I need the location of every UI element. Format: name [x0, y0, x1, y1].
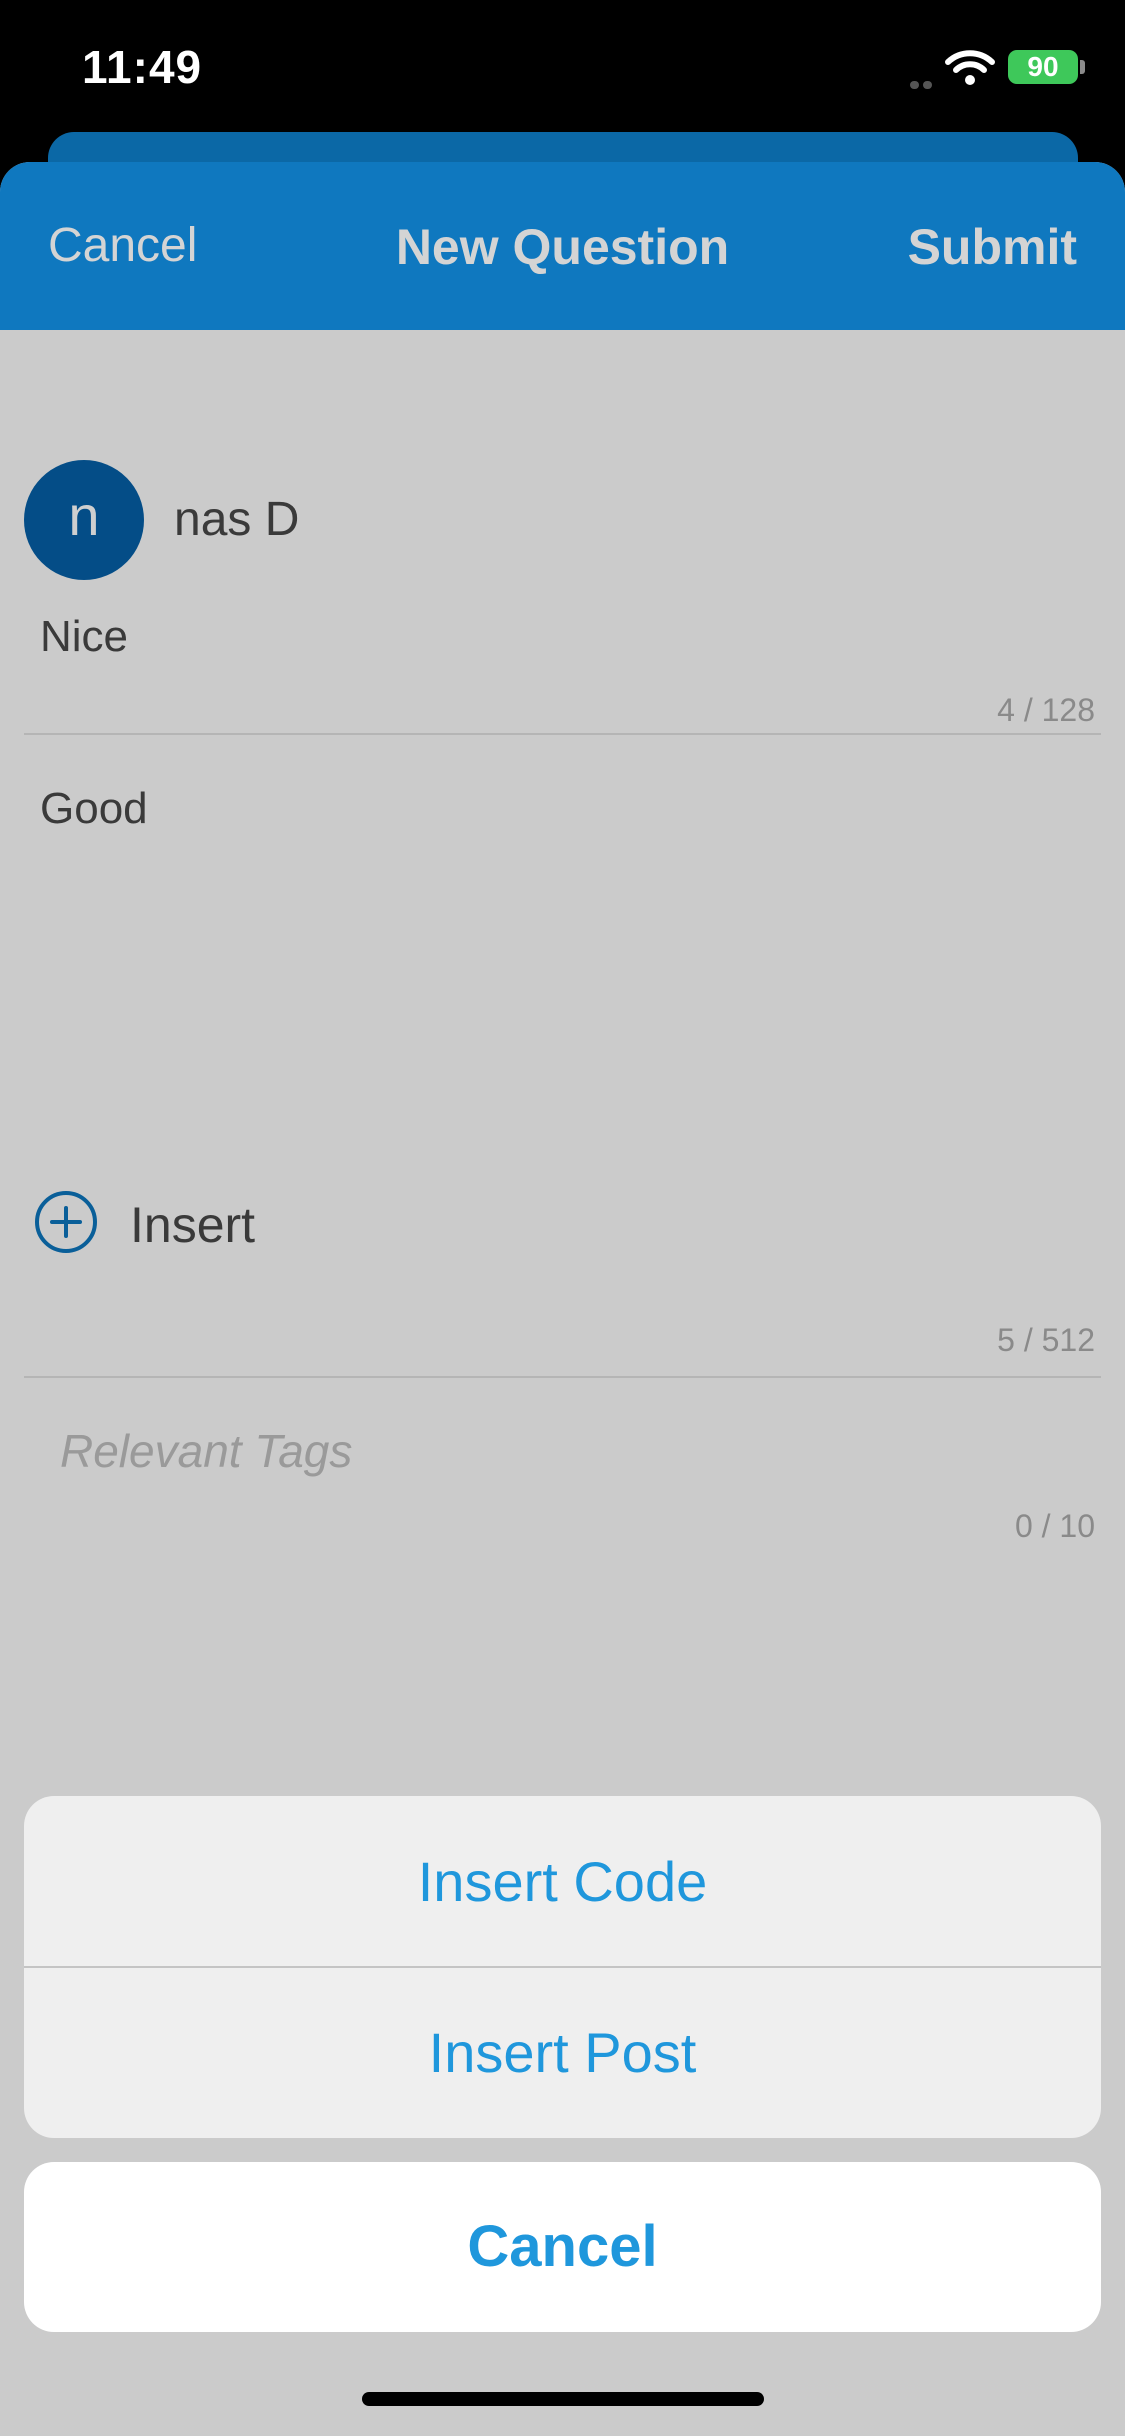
divider [24, 1376, 1101, 1378]
question-body-field[interactable]: Good [40, 784, 148, 834]
user-name: nas D [174, 493, 300, 546]
battery-icon: 90 [1008, 50, 1078, 84]
home-indicator [362, 2392, 764, 2406]
tags-count: 0 / 10 [1014, 1508, 1095, 1544]
action-sheet-cancel-button[interactable]: Cancel [24, 2162, 1101, 2332]
screen: 11:49 90 Cancel New Question Submit n na… [0, 0, 1125, 2436]
title-char-count: 4 / 128 [997, 692, 1095, 728]
divider [24, 733, 1101, 735]
insert-code-button[interactable]: Insert Code [24, 1796, 1101, 1967]
wifi-icon [945, 50, 995, 85]
battery-cap [1080, 60, 1085, 74]
status-bar: 11:49 90 [0, 0, 1125, 132]
submit-button[interactable]: Submit [908, 218, 1077, 276]
tags-input[interactable]: Relevant Tags [60, 1424, 352, 1478]
nav-bar: Cancel New Question Submit [0, 162, 1125, 330]
status-time: 11:49 [82, 41, 203, 93]
action-sheet: Insert Code Insert Post [24, 1796, 1101, 2138]
body-char-count: 5 / 512 [997, 1322, 1095, 1358]
insert-post-button[interactable]: Insert Post [24, 1967, 1101, 2138]
cellular-signal-icon [910, 76, 936, 89]
avatar: n [24, 460, 144, 580]
insert-label: Insert [130, 1197, 256, 1253]
plus-circle-icon [35, 1191, 97, 1253]
question-title-field[interactable]: Nice [40, 612, 128, 662]
